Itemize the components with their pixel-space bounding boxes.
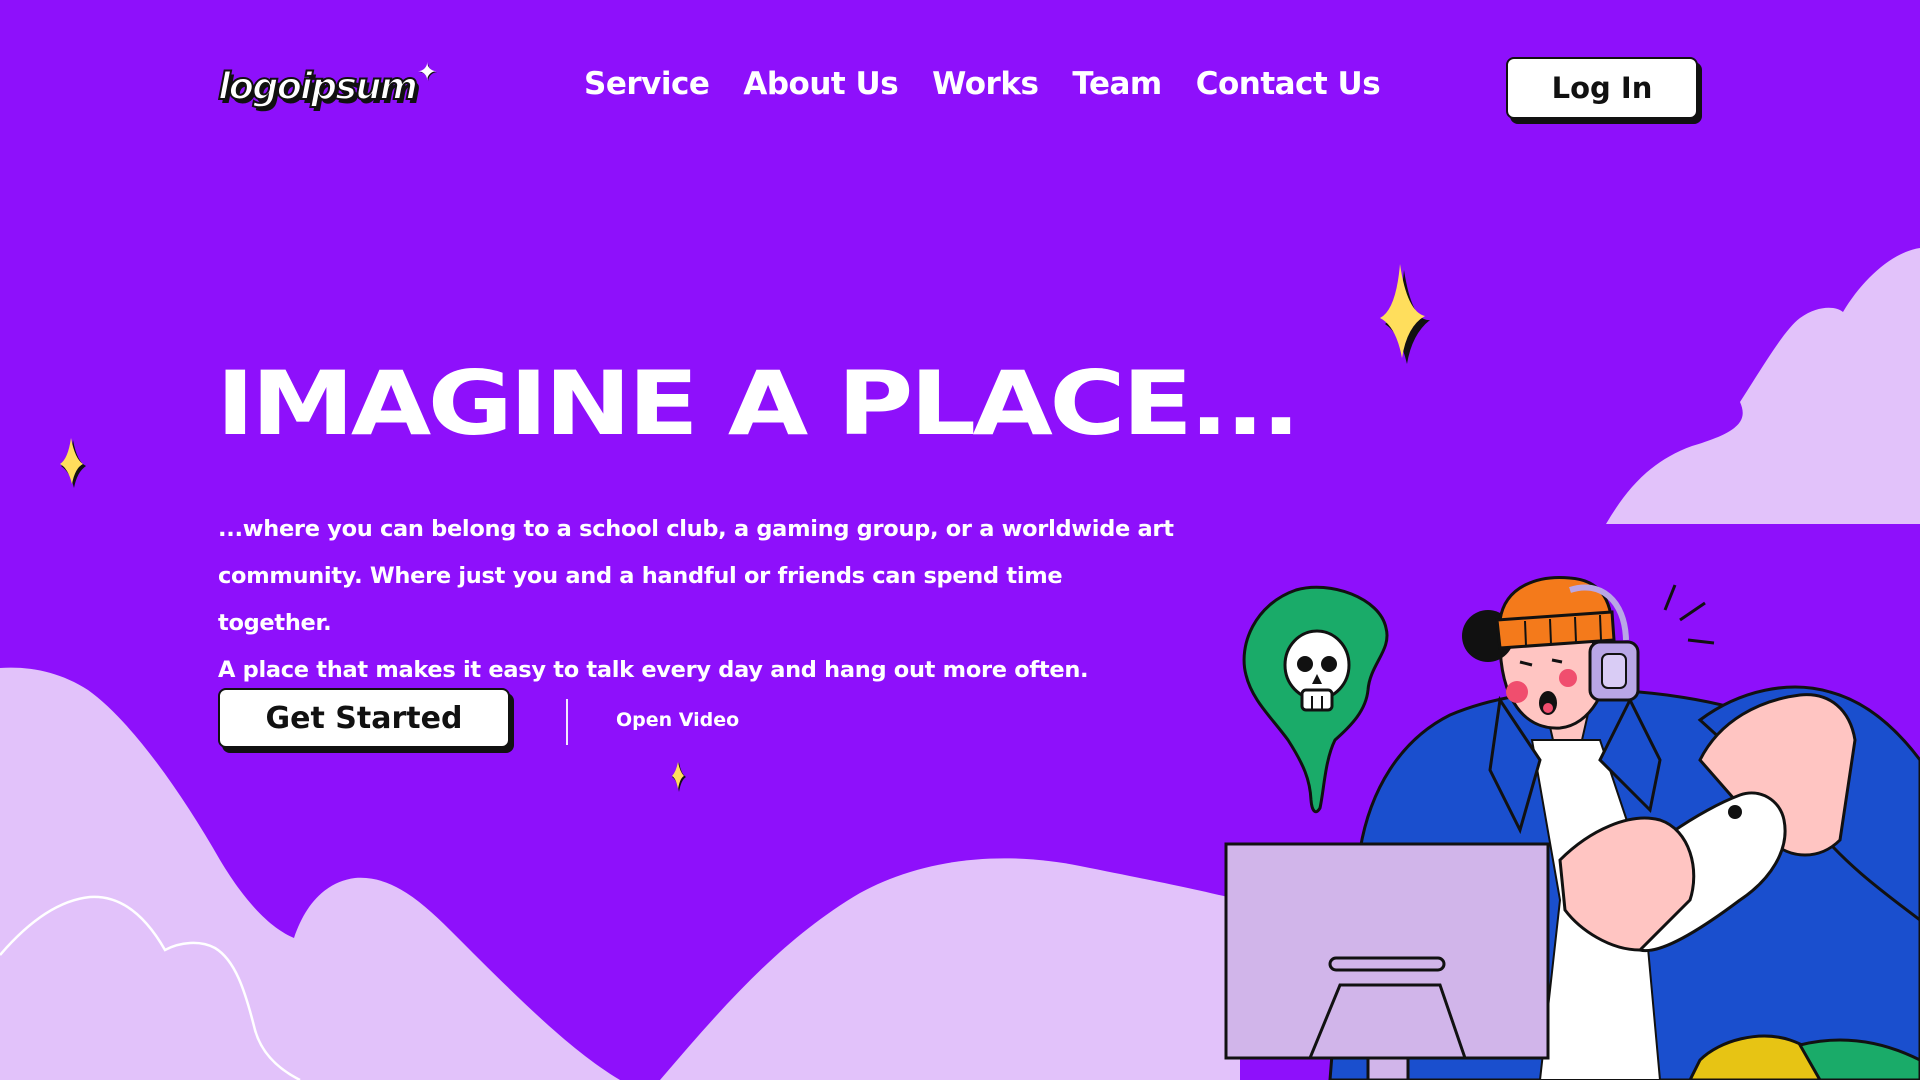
cta-divider [566, 699, 568, 745]
logo-text: logoipsum [217, 64, 419, 109]
logo[interactable]: logoipsum ✦ [217, 58, 438, 114]
nav-about-us[interactable]: About Us [743, 66, 898, 102]
hill-middle [660, 858, 1240, 1080]
hero-description: ...where you can belong to a school club… [218, 506, 1178, 694]
hero-line-1: ...where you can belong to a school club… [218, 516, 1174, 542]
sparkle-icon-large [1380, 264, 1430, 364]
logo-star-icon: ✦ [417, 58, 438, 86]
cloud-right [1606, 248, 1920, 524]
main-nav: Service About Us Works Team Contact Us [584, 66, 1381, 102]
sparkle-icon-small [672, 762, 686, 792]
hero-title: IMAGINE A PLACE... [216, 352, 1301, 455]
hero-line-3: A place that makes it easy to talk every… [218, 657, 1089, 683]
nav-contact-us[interactable]: Contact Us [1196, 66, 1381, 102]
login-button[interactable]: Log In [1506, 57, 1698, 119]
nav-team[interactable]: Team [1072, 66, 1162, 102]
get-started-button[interactable]: Get Started [218, 688, 510, 748]
nav-works[interactable]: Works [932, 66, 1039, 102]
nav-service[interactable]: Service [584, 66, 710, 102]
hero-line-2: community. Where just you and a handful … [218, 563, 1063, 636]
open-video-link[interactable]: Open Video [616, 709, 739, 731]
sparkle-icon-left [60, 438, 86, 488]
skull-icon [1242, 585, 1389, 814]
monitor [1224, 842, 1550, 1080]
